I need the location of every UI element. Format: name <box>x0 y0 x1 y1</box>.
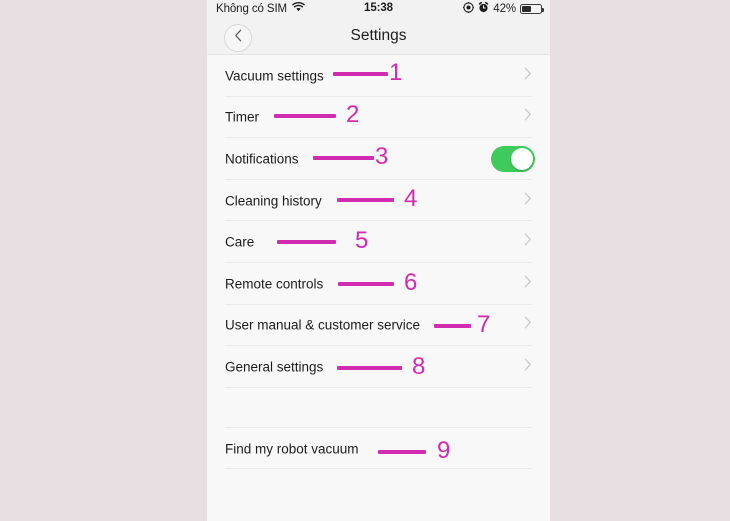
list-item-label: Vacuum settings <box>225 68 324 84</box>
list-item-general-settings[interactable]: General settings <box>207 346 550 388</box>
phone-screen: Không có SIM 15:38 42% Settings Vacuum s… <box>207 0 550 521</box>
list-item-label: Find my robot vacuum <box>225 441 359 457</box>
page-title: Settings <box>350 27 407 44</box>
chevron-right-icon <box>524 233 532 251</box>
toggle-knob <box>511 147 533 170</box>
battery-icon <box>520 4 544 14</box>
list-item-label: User manual & customer service <box>225 317 421 333</box>
battery-percent-label: 42% <box>493 3 516 15</box>
list-item-vacuum-settings[interactable]: Vacuum settings <box>207 55 550 97</box>
chevron-right-icon <box>524 316 532 334</box>
list-item-label: Care <box>225 234 255 250</box>
row-separator <box>225 468 532 470</box>
list-item-label: Notifications <box>225 151 299 167</box>
status-bar: Không có SIM 15:38 42% <box>207 0 550 19</box>
alarm-clock-icon <box>478 1 489 16</box>
list-item-label: Timer <box>225 109 259 125</box>
navigation-bar: Settings <box>207 19 550 55</box>
list-item-notifications[interactable]: Notifications <box>207 138 550 180</box>
list-item-find-my-robot-vacuum[interactable]: Find my robot vacuum <box>207 427 550 470</box>
chevron-right-icon <box>524 358 532 376</box>
list-bottom-space <box>207 469 550 521</box>
list-item-label: General settings <box>225 359 324 375</box>
list-item-remote-controls[interactable]: Remote controls <box>207 262 550 305</box>
list-item-user-manual-customer-service[interactable]: User manual & customer service <box>207 304 550 347</box>
list-item-label: Cleaning history <box>225 193 322 209</box>
list-item-cleaning-history[interactable]: Cleaning history <box>207 179 550 222</box>
status-bar-right: 42% <box>463 1 544 16</box>
location-services-icon <box>463 2 475 16</box>
notifications-toggle[interactable] <box>491 145 535 172</box>
chevron-right-icon <box>524 67 532 85</box>
settings-list: Vacuum settings Timer Notifications Clea… <box>207 55 550 521</box>
chevron-right-icon <box>524 108 532 126</box>
chevron-right-icon <box>524 192 532 210</box>
chevron-right-icon <box>524 275 532 293</box>
list-group-separator <box>207 387 550 428</box>
list-item-care[interactable]: Care <box>207 221 550 263</box>
list-item-timer[interactable]: Timer <box>207 96 550 139</box>
list-item-label: Remote controls <box>225 276 324 292</box>
